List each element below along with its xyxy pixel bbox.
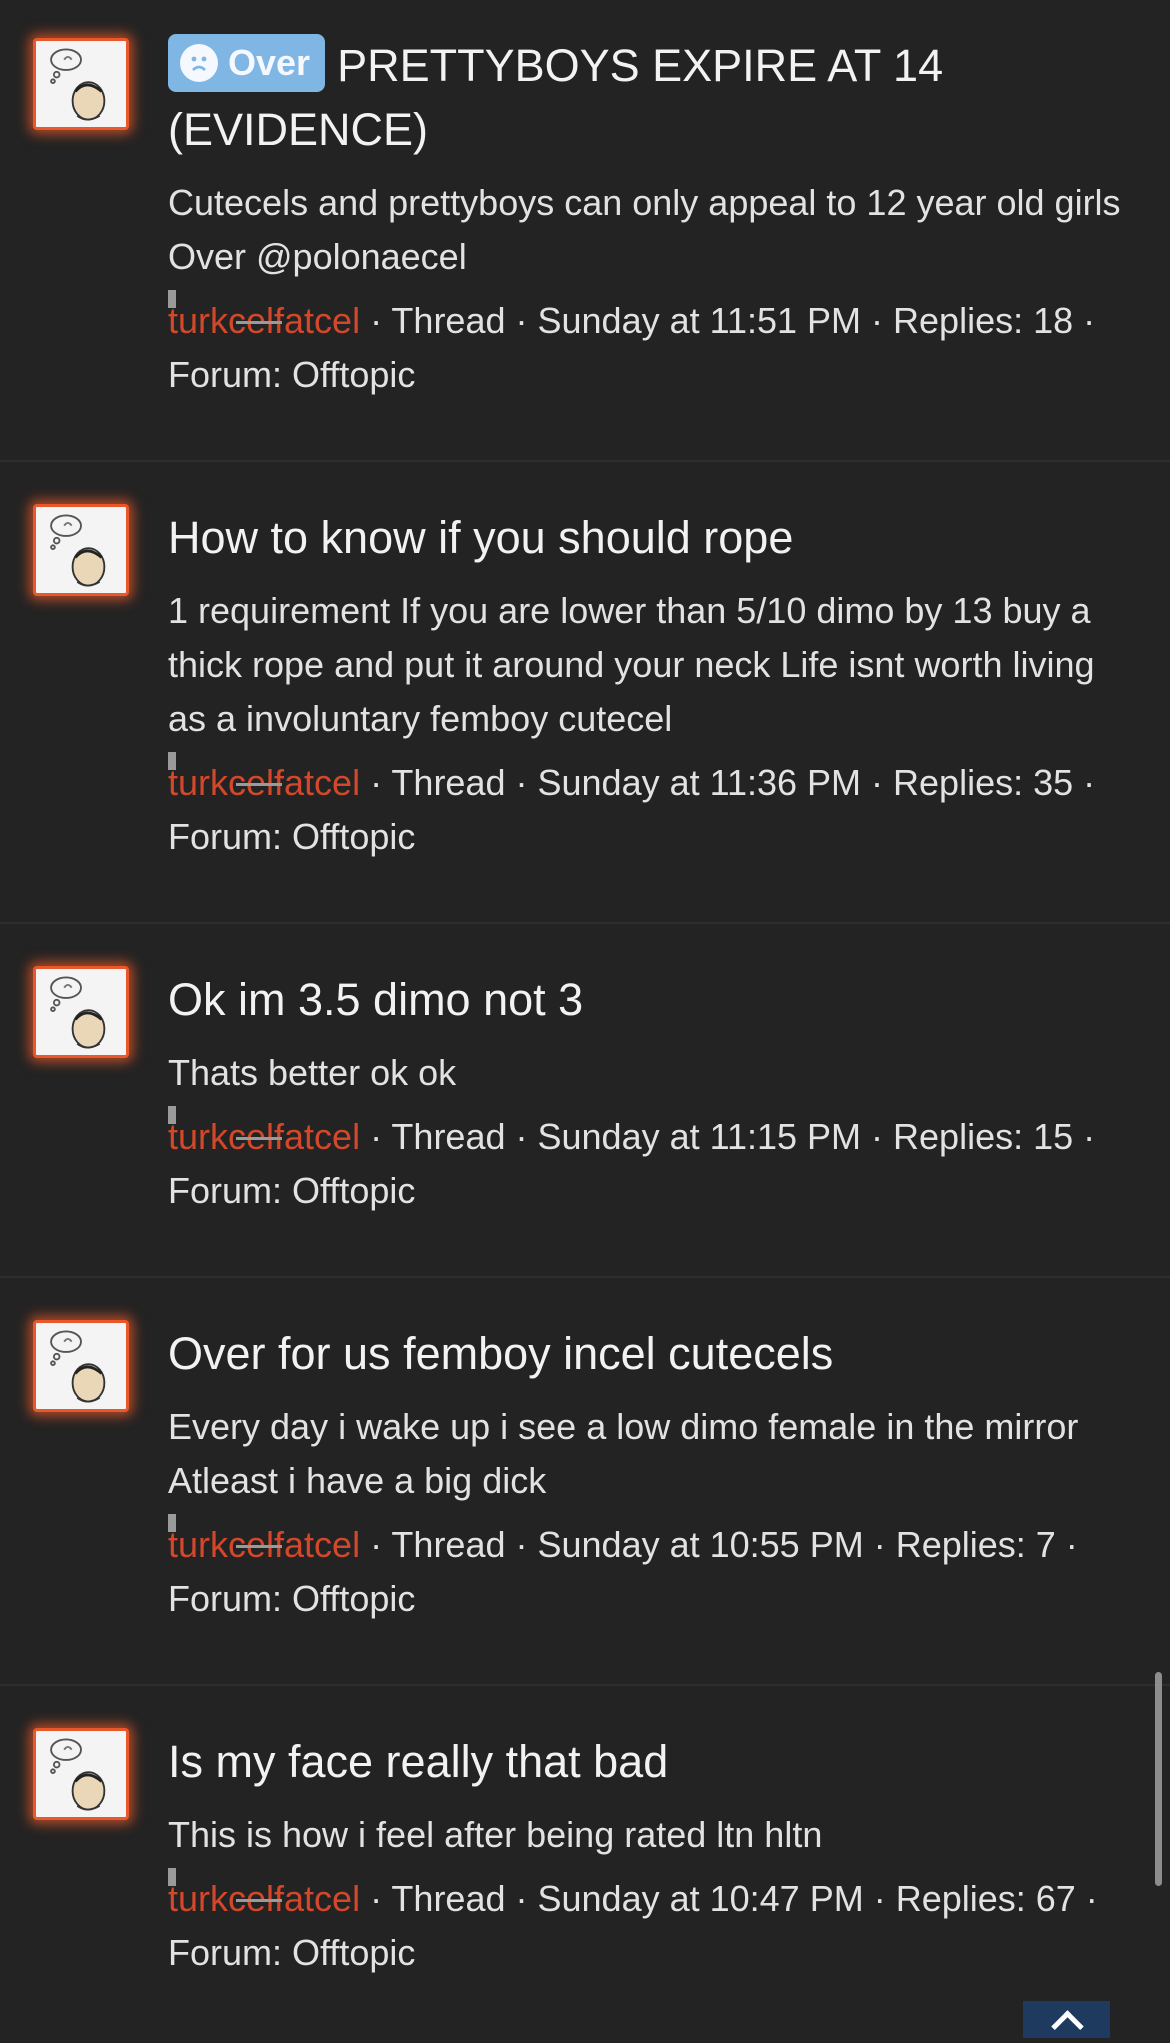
thread-item[interactable]: Is my face really that bad This is how i… (0, 1686, 1170, 2038)
author-link[interactable]: turkcelfatcel (168, 1868, 360, 1926)
thread-title-text[interactable]: Ok im 3.5 dimo not 3 (168, 974, 583, 1025)
prefix-badge-label: Over (228, 42, 311, 83)
thread-title[interactable]: Ok im 3.5 dimo not 3 (168, 958, 1130, 1032)
thread-title[interactable]: Is my face really that bad (168, 1720, 1130, 1794)
thread-meta: turkcelfatcel · Thread · Sunday at 10:47… (168, 1868, 1130, 1980)
thread-snippet: This is how i feel after being rated ltn… (168, 1814, 823, 1855)
prefix-badge[interactable]: Over (168, 34, 326, 92)
user-avatar[interactable] (33, 966, 129, 1058)
user-avatar[interactable] (33, 1320, 129, 1412)
thread-item[interactable]: Over for us femboy incel cutecels Every … (0, 1278, 1170, 1686)
thread-title[interactable]: How to know if you should rope (168, 496, 1130, 570)
scroll-to-top-button[interactable] (1023, 2001, 1110, 2038)
thread-item[interactable]: Ok im 3.5 dimo not 3 Thats better ok ok … (0, 924, 1170, 1278)
thread-item[interactable]: Over PRETTYBOYS EXPIRE AT 14 (EVIDENCE) … (0, 0, 1170, 462)
thinking-face-avatar-icon (50, 976, 106, 1049)
thread-snippet: Cutecels and prettyboys can only appeal … (168, 182, 1121, 277)
thread-meta: turkcelfatcel · Thread · Sunday at 11:51… (168, 290, 1130, 402)
thinking-face-avatar-icon (50, 1330, 106, 1403)
thread-item[interactable]: How to know if you should rope 1 require… (0, 462, 1170, 924)
thread-meta: turkcelfatcel · Thread · Sunday at 11:36… (168, 752, 1130, 864)
thread-title[interactable]: Over PRETTYBOYS EXPIRE AT 14 (EVIDENCE) (168, 34, 1130, 162)
thread-meta: turkcelfatcel · Thread · Sunday at 11:15… (168, 1106, 1130, 1218)
page-scrollbar[interactable] (1155, 1672, 1162, 1886)
thread-snippet: Thats better ok ok (168, 1052, 457, 1093)
frown-face-icon (180, 44, 218, 82)
thinking-face-avatar-icon (50, 48, 106, 121)
thread-snippet: Every day i wake up i see a low dimo fem… (168, 1406, 1079, 1501)
author-link[interactable]: turkcelfatcel (168, 1514, 360, 1572)
author-link[interactable]: turkcelfatcel (168, 290, 360, 348)
thread-title-text[interactable]: Over for us femboy incel cutecels (168, 1328, 833, 1379)
user-avatar[interactable] (33, 38, 129, 130)
thinking-face-avatar-icon (50, 1738, 106, 1811)
thread-snippet: 1 requirement If you are lower than 5/10… (168, 590, 1095, 739)
thread-title-text[interactable]: Is my face really that bad (168, 1736, 668, 1787)
user-avatar[interactable] (33, 504, 129, 596)
user-avatar[interactable] (33, 1728, 129, 1820)
thread-meta: turkcelfatcel · Thread · Sunday at 10:55… (168, 1514, 1130, 1626)
search-results-list: Over PRETTYBOYS EXPIRE AT 14 (EVIDENCE) … (0, 0, 1170, 2038)
thinking-face-avatar-icon (50, 514, 106, 587)
thread-title[interactable]: Over for us femboy incel cutecels (168, 1312, 1130, 1386)
thread-title-text[interactable]: How to know if you should rope (168, 512, 793, 563)
author-link[interactable]: turkcelfatcel (168, 752, 360, 810)
author-link[interactable]: turkcelfatcel (168, 1106, 360, 1164)
